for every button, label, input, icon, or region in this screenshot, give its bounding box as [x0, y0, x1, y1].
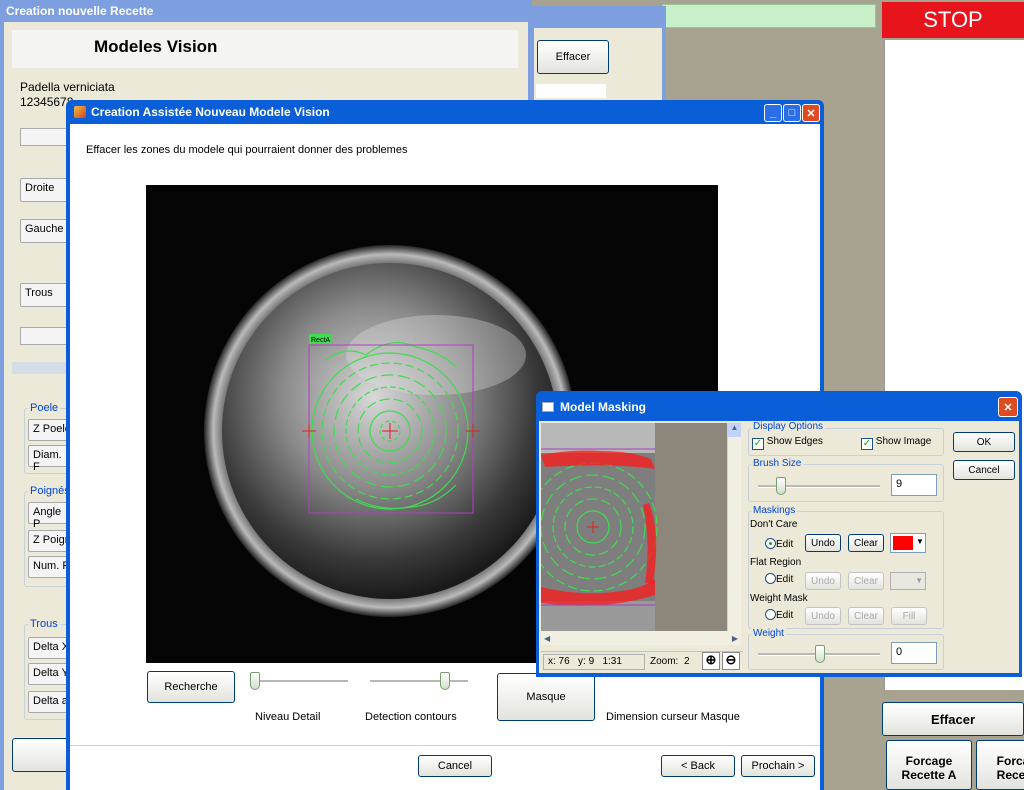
preview-vscroll[interactable]: ▲	[727, 423, 741, 631]
recipe-scroll-2[interactable]	[20, 327, 70, 345]
gauche-button[interactable]: Gauche	[20, 219, 70, 243]
masking-titlebar: Model Masking	[536, 393, 1022, 421]
brush-size-thumb[interactable]	[776, 477, 786, 495]
checkmark-icon: ✓	[861, 438, 873, 450]
scroll-up-arrow[interactable]: ▲	[728, 423, 741, 437]
flat-region-color-picker[interactable]: ▼	[890, 572, 926, 590]
masking-close-button[interactable]: ✕	[998, 397, 1018, 417]
trous-group-label: Trous	[28, 618, 60, 630]
app-icon	[74, 106, 86, 118]
zoom-out-icon[interactable]: ⊖	[722, 652, 740, 670]
recipe-name: Padella verniciata	[20, 80, 115, 94]
scroll-right-arrow[interactable]: ▶	[732, 634, 741, 643]
flat-region-clear-button[interactable]: Clear	[848, 572, 884, 590]
ok-button[interactable]: OK	[953, 432, 1015, 452]
zoom-label: Zoom:	[650, 656, 679, 667]
window-icon	[542, 402, 554, 412]
recipe-bottom-button[interactable]	[12, 738, 72, 772]
recipe-window-titlebar: Creation nouvelle Recette	[0, 0, 532, 22]
niveau-detail-thumb[interactable]	[250, 672, 260, 690]
show-image-checkbox[interactable]: ✓ Show Image	[861, 436, 931, 450]
droite-button[interactable]: Droite	[20, 178, 70, 202]
minimize-button[interactable]: _	[764, 104, 782, 122]
detection-contours-slider[interactable]	[370, 680, 468, 683]
dont-care-label: Don't Care	[750, 519, 798, 530]
maskings-label: Maskings	[751, 505, 798, 516]
dont-care-clear-button[interactable]: Clear	[848, 534, 884, 552]
weight-mask-undo-button[interactable]: Undo	[805, 607, 841, 625]
masking-title: Model Masking	[560, 400, 647, 414]
recherche-button[interactable]: Recherche	[147, 671, 235, 703]
weight-mask-label: Weight Mask	[750, 593, 808, 604]
radio-selected-icon	[765, 538, 776, 549]
dont-care-undo-button[interactable]: Undo	[805, 534, 841, 552]
wizard-footer-line	[70, 745, 820, 746]
mask-preview[interactable]	[541, 423, 727, 631]
show-edges-checkbox[interactable]: ✓ Show Edges	[752, 436, 823, 450]
scroll-left-arrow[interactable]: ◀	[541, 634, 550, 643]
display-options-label: Display Options	[751, 421, 826, 432]
niveau-detail-label: Niveau Detail	[255, 711, 321, 723]
wizard-title: Creation Assistée Nouveau Modele Vision	[91, 105, 330, 119]
weight-mask-clear-button[interactable]: Clear	[848, 607, 884, 625]
effacer-top-button[interactable]: Effacer	[537, 40, 609, 74]
recipe-heading-area	[12, 30, 518, 68]
preview-hscroll[interactable]: ◀ ▶	[541, 631, 741, 645]
forcage-recette-b-button[interactable]: Forca Recet	[976, 740, 1024, 790]
weight-mask-fill-button[interactable]: Fill	[891, 607, 927, 625]
detection-contours-thumb[interactable]	[440, 672, 451, 690]
masque-button[interactable]: Masque	[497, 673, 595, 721]
radio-icon	[765, 609, 776, 620]
poele-group-label: Poele	[28, 402, 61, 414]
cursor-position: x: 76 y: 9 1:31	[543, 654, 645, 670]
flat-region-label: Flat Region	[750, 557, 802, 568]
flat-region-undo-button[interactable]: Undo	[805, 572, 841, 590]
recipe-heading: Modeles Vision	[94, 37, 218, 56]
wizard-instruction: Effacer les zones du modele qui pourraie…	[86, 144, 408, 156]
weight-thumb[interactable]	[815, 645, 825, 663]
checkmark-icon: ✓	[752, 438, 764, 450]
dimension-curseur-label: Dimension curseur Masque	[606, 711, 740, 723]
detection-contours-label: Detection contours	[365, 711, 457, 723]
dont-care-edit-radio[interactable]: Edit	[765, 538, 793, 550]
stop-indicator: STOP	[882, 2, 1024, 38]
effacer-bottom-button[interactable]: Effacer	[882, 702, 1024, 736]
forcage-recette-a-button[interactable]: Forcage Recette A	[886, 740, 972, 790]
next-button[interactable]: Prochain >	[741, 755, 815, 777]
back-button[interactable]: < Back	[661, 755, 735, 777]
green-status-bar	[662, 4, 876, 28]
masking-cancel-button[interactable]: Cancel	[953, 460, 1015, 480]
zoom-in-icon[interactable]: ⊕	[702, 652, 720, 670]
weight-label: Weight	[751, 628, 786, 639]
trous-button[interactable]: Trous	[20, 283, 70, 307]
recipe-scroll-1[interactable]	[20, 128, 70, 146]
maximize-button[interactable]: □	[783, 104, 801, 122]
cancel-button[interactable]: Cancel	[418, 755, 492, 777]
weight-mask-edit-radio[interactable]: Edit	[765, 609, 793, 621]
zoom-value: 2	[684, 656, 690, 667]
close-button[interactable]: ✕	[802, 104, 820, 122]
mid-white-box	[536, 84, 606, 98]
niveau-detail-slider[interactable]	[250, 680, 348, 683]
recipe-divider	[12, 362, 72, 374]
radio-icon	[765, 573, 776, 584]
weight-input[interactable]: 0	[891, 642, 937, 664]
wizard-titlebar: Creation Assistée Nouveau Modele Vision	[66, 100, 824, 124]
chevron-down-icon: ▼	[915, 576, 923, 585]
brush-size-input[interactable]: 9	[891, 474, 937, 496]
brush-size-label: Brush Size	[751, 458, 804, 469]
chevron-down-icon: ▼	[916, 537, 924, 546]
flat-region-edit-radio[interactable]: Edit	[765, 573, 793, 585]
roi-label: RectA	[311, 337, 330, 344]
color-swatch	[893, 536, 913, 550]
dont-care-color-picker[interactable]: ▼	[890, 533, 926, 553]
